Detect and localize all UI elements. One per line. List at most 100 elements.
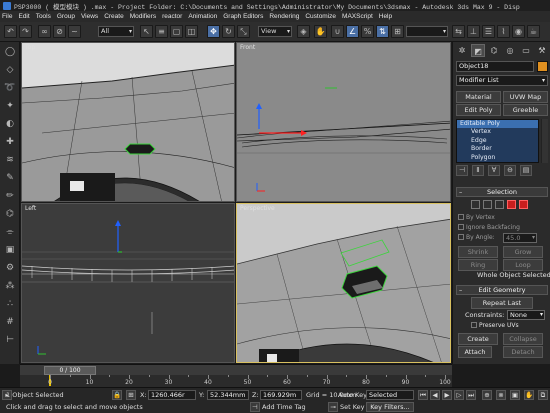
loop-button[interactable]: Loop	[503, 259, 543, 271]
configure-modifier-sets-icon[interactable]: ▤	[520, 165, 532, 176]
polygon-level-icon[interactable]	[507, 200, 516, 209]
menu-animation[interactable]: Animation	[188, 13, 217, 20]
make-unique-icon[interactable]: ∀	[488, 165, 500, 176]
unlink-icon[interactable]: ⊘	[53, 25, 66, 38]
menu-reactor[interactable]: reactor	[162, 13, 182, 20]
spinner-snap-icon[interactable]: ⇅	[376, 25, 389, 38]
scatter-icon[interactable]: ∴	[3, 298, 17, 311]
angle-spinner[interactable]: 45.0	[503, 233, 537, 243]
snap-toggle-icon[interactable]: ∪	[331, 25, 344, 38]
play-icon[interactable]: ▶	[442, 390, 452, 400]
space-warp-icon[interactable]: ≋	[3, 154, 17, 167]
menu-rendering[interactable]: Rendering	[269, 13, 299, 20]
shrink-button[interactable]: Shrink	[458, 246, 498, 258]
object-color-swatch[interactable]	[537, 61, 548, 72]
percent-snap-icon[interactable]: %	[361, 25, 374, 38]
viewport-perspective[interactable]: Perspective	[236, 203, 451, 363]
vertex-level-icon[interactable]	[471, 200, 480, 209]
select-by-name-icon[interactable]: ≡	[155, 25, 168, 38]
named-selection-icon[interactable]: ⊞	[391, 25, 404, 38]
particle-icon[interactable]: ⁂	[3, 280, 17, 293]
lock-selection-icon[interactable]: 🔒	[112, 390, 122, 400]
reference-coordinate-dropdown[interactable]: View	[258, 26, 292, 37]
motion-icon[interactable]: ⌯	[3, 226, 17, 239]
ruler-icon[interactable]: ⊢	[3, 334, 17, 347]
collapse-button[interactable]: Collapse	[503, 333, 543, 345]
viewport-left[interactable]: Left	[21, 203, 235, 363]
modify-tab-icon[interactable]: ◩	[471, 44, 485, 57]
grid-icon[interactable]: #	[3, 316, 17, 329]
menu-graph-editors[interactable]: Graph Editors	[223, 13, 263, 20]
constraints-dropdown[interactable]: None	[507, 310, 545, 320]
stack-item-editable-poly[interactable]: Editable Poly	[457, 120, 538, 129]
time-slider-bar[interactable]: 0 / 100	[20, 364, 452, 375]
previous-frame-icon[interactable]: ◀	[430, 390, 440, 400]
select-and-rotate-icon[interactable]: ↻	[222, 25, 235, 38]
pin-stack-icon[interactable]: ⊣	[456, 165, 468, 176]
time-slider-thumb[interactable]: 0 / 100	[44, 366, 96, 375]
hierarchy-tab-icon[interactable]: ⌬	[487, 44, 501, 57]
preserve-uvs-checkbox[interactable]: Preserve UVs	[471, 322, 519, 329]
named-selection-set-dropdown[interactable]	[406, 26, 448, 37]
angle-snap-icon[interactable]: ∠	[346, 25, 359, 38]
menu-file[interactable]: File	[2, 13, 12, 20]
bind-space-warp-icon[interactable]: ~	[68, 25, 81, 38]
maximize-viewport-icon[interactable]: ⧉	[538, 390, 548, 400]
ring-button[interactable]: Ring	[458, 259, 498, 271]
mirror-icon[interactable]: ⇆	[452, 25, 465, 38]
display-icon[interactable]: ▣	[3, 244, 17, 257]
go-to-start-icon[interactable]: ⏮	[418, 390, 428, 400]
create-tab-icon[interactable]: ✲	[455, 44, 469, 57]
curve-editor-icon[interactable]: ⌇	[497, 25, 510, 38]
attach-button[interactable]: Attach	[458, 346, 492, 358]
element-level-icon[interactable]	[519, 200, 528, 209]
select-object-icon[interactable]: ↖	[140, 25, 153, 38]
repeat-last-button[interactable]: Repeat Last	[471, 297, 533, 309]
menu-help[interactable]: Help	[379, 13, 392, 20]
align-icon[interactable]: ⊥	[467, 25, 480, 38]
remove-modifier-icon[interactable]: ⊖	[504, 165, 516, 176]
time-tag-icon[interactable]: ⊣	[250, 402, 260, 412]
set-key-button[interactable]: Set Key	[340, 403, 365, 411]
set-key-icon[interactable]: ⊸	[328, 402, 338, 412]
menu-maxscript[interactable]: MAXScript	[342, 13, 373, 20]
hierarchy-icon[interactable]: ⌬	[3, 208, 17, 221]
menu-modifiers[interactable]: Modifiers	[130, 13, 156, 20]
zoom-extents-icon[interactable]: ▣	[510, 390, 520, 400]
light-icon[interactable]: ✦	[3, 100, 17, 113]
timeline-ruler[interactable]: 0 10 20 30 40 50 60 70 80 90 100	[20, 375, 452, 387]
motion-tab-icon[interactable]: ◎	[503, 44, 517, 57]
viewport-top[interactable]: Top	[21, 42, 235, 202]
stack-item-polygon[interactable]: Polygon	[457, 154, 538, 162]
menu-group[interactable]: Group	[57, 13, 75, 20]
y-coordinate-field[interactable]: 52.344mm	[207, 390, 249, 400]
stack-item-edge[interactable]: Edge	[457, 137, 538, 145]
border-level-icon[interactable]	[495, 200, 504, 209]
stack-item-border[interactable]: Border	[457, 145, 538, 153]
stack-item-vertex[interactable]: Vertex	[457, 128, 538, 136]
link-icon[interactable]: ∞	[38, 25, 51, 38]
material-editor-icon[interactable]: ◉	[512, 25, 525, 38]
next-frame-icon[interactable]: ▷	[454, 390, 464, 400]
viewport-front[interactable]: Front	[236, 42, 451, 202]
paint-icon[interactable]: ✏	[3, 190, 17, 203]
modifier-greeble-button[interactable]: Greeble	[503, 104, 548, 116]
show-end-result-icon[interactable]: Ⅱ	[472, 165, 484, 176]
key-mode-dropdown[interactable]: Selected	[366, 390, 414, 400]
zoom-all-icon[interactable]: ⊗	[496, 390, 506, 400]
auto-key-label[interactable]: Auto Key	[338, 391, 367, 399]
create-shape-icon[interactable]: ◯	[3, 46, 17, 59]
detach-button[interactable]: Detach	[503, 346, 543, 358]
go-to-end-icon[interactable]: ⏭	[466, 390, 476, 400]
pivot-center-icon[interactable]: ◈	[297, 25, 310, 38]
render-scene-icon[interactable]: ☕	[527, 25, 540, 38]
helper-icon[interactable]: ✚	[3, 136, 17, 149]
menu-tools[interactable]: Tools	[36, 13, 51, 20]
stack-scrollbar[interactable]	[541, 119, 548, 163]
selection-rollout-header[interactable]: Selection	[456, 187, 548, 197]
menu-edit[interactable]: Edit	[18, 13, 29, 20]
by-vertex-checkbox[interactable]: By Vertex	[458, 214, 495, 221]
menu-create[interactable]: Create	[104, 13, 124, 20]
poly-tools-icon[interactable]: ◇	[3, 64, 17, 77]
x-coordinate-field[interactable]: 1260.466r	[148, 390, 196, 400]
